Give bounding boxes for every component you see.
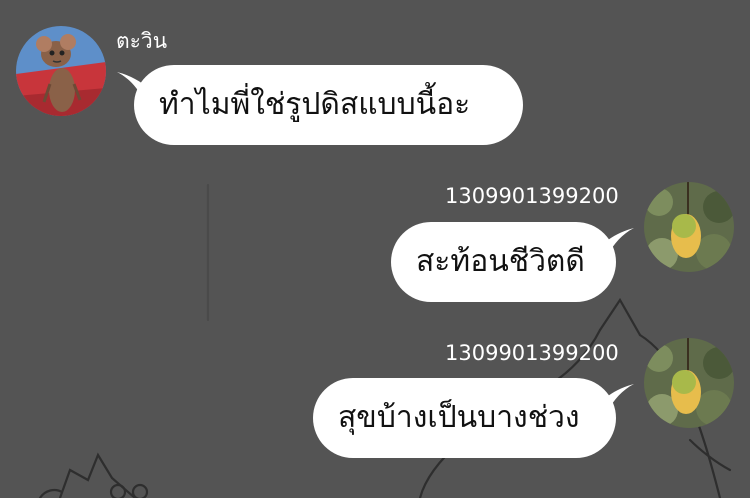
sender-name: 1309901399200	[445, 184, 619, 208]
message-text: ทำไมพี่ใช่รูปดิสแบบนี้อะ	[159, 87, 471, 122]
message-bubble[interactable]: สุขบ้างเป็นบางช่วง	[313, 378, 616, 458]
message-bubble[interactable]: ทำไมพี่ใช่รูปดิสแบบนี้อะ	[134, 65, 523, 145]
mouse-cartoon-avatar-icon	[16, 26, 106, 116]
contact-avatar[interactable]	[16, 26, 106, 116]
message-bubble[interactable]: สะท้อนชีวิตดี	[391, 222, 616, 302]
mango-avatar-icon	[644, 338, 734, 428]
message-text: สะท้อนชีวิตดี	[416, 244, 585, 279]
own-avatar[interactable]	[644, 338, 734, 428]
sender-name: 1309901399200	[445, 341, 619, 365]
sender-name: ตะวิน	[116, 29, 168, 53]
mango-avatar-icon	[644, 182, 734, 272]
own-avatar[interactable]	[644, 182, 734, 272]
message-text: สุขบ้างเป็นบางช่วง	[338, 400, 580, 435]
